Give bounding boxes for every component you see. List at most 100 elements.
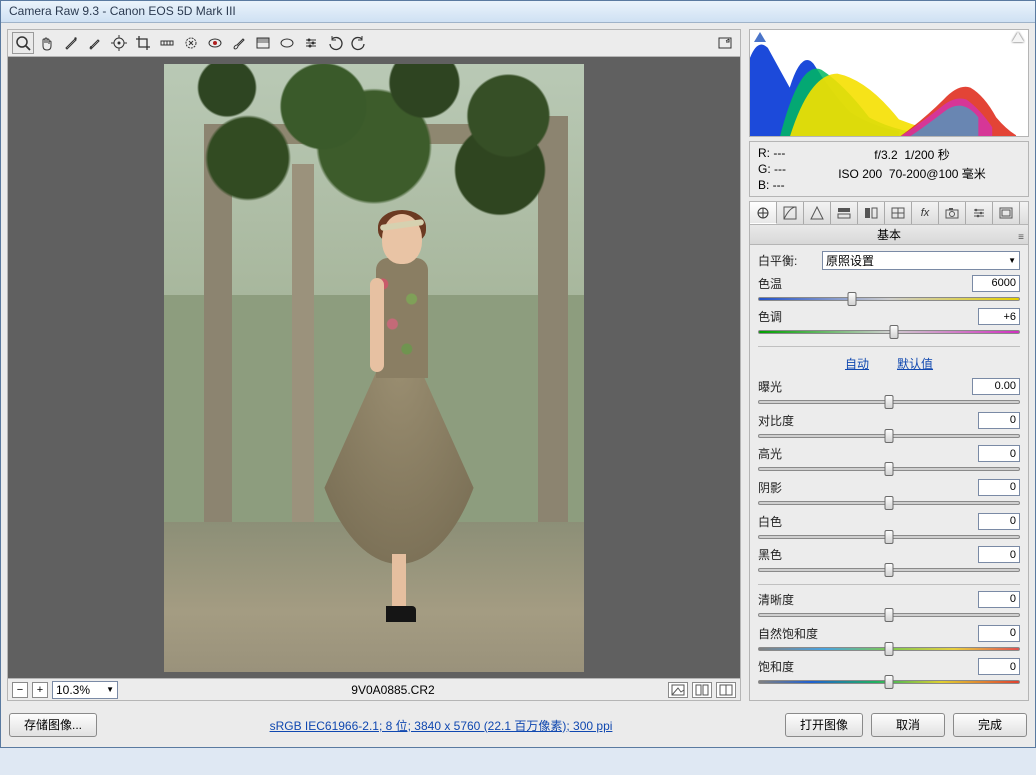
tint-label: 色调 <box>758 308 816 325</box>
saturation-slider[interactable] <box>758 675 1020 686</box>
readout-b: B: --- <box>758 178 786 192</box>
zoom-level-select[interactable]: 10.3%▼ <box>52 681 118 699</box>
shadows-input[interactable] <box>978 479 1020 496</box>
tab-basic-icon[interactable] <box>750 202 777 224</box>
highlights-label: 高光 <box>758 445 816 462</box>
panel-menu-icon[interactable]: ≡ <box>1018 228 1024 248</box>
panel-tabs: fx <box>749 201 1029 225</box>
blacks-input[interactable] <box>978 546 1020 563</box>
wb-dropdown[interactable]: 原照设置▼ <box>822 251 1020 270</box>
workflow-link[interactable]: sRGB IEC61966-2.1; 8 位; 3840 x 5760 (22.… <box>270 719 613 733</box>
saturation-label: 饱和度 <box>758 658 816 675</box>
exposure-input[interactable] <box>972 378 1020 395</box>
readout-iso: ISO 200 <box>838 167 882 181</box>
preview-mode-3-icon[interactable] <box>716 682 736 698</box>
default-link[interactable]: 默认值 <box>897 355 933 372</box>
info-readout: R: --- G: --- B: --- f/3.2 1/200 秒 ISO 2… <box>749 141 1029 197</box>
contrast-slider[interactable] <box>758 429 1020 440</box>
exposure-label: 曝光 <box>758 378 816 395</box>
preview-mode-2-icon[interactable] <box>692 682 712 698</box>
open-image-button[interactable]: 打开图像 <box>785 713 863 737</box>
app-window: Camera Raw 9.3 - Canon EOS 5D Mark III <box>0 0 1036 748</box>
clarity-label: 清晰度 <box>758 591 816 608</box>
adjustment-panel: fx 基本 ≡ 白平衡: 原照设置▼ 色温 <box>749 201 1029 701</box>
auto-link[interactable]: 自动 <box>845 355 869 372</box>
zoom-tool-icon[interactable] <box>12 32 34 54</box>
temp-input[interactable] <box>972 275 1020 292</box>
whites-input[interactable] <box>978 513 1020 530</box>
temp-label: 色温 <box>758 275 816 292</box>
readout-aperture: f/3.2 <box>874 148 897 162</box>
preferences-tool-icon[interactable] <box>300 32 322 54</box>
tab-snapshots-icon[interactable] <box>993 202 1020 224</box>
panel-body: 白平衡: 原照设置▼ 色温 色调 自动 默认值 曝光 对比度 <box>749 245 1029 701</box>
contrast-input[interactable] <box>978 412 1020 429</box>
blacks-label: 黑色 <box>758 546 816 563</box>
toggle-fullscreen-icon[interactable] <box>714 32 736 54</box>
zoom-in-button[interactable]: + <box>32 682 48 698</box>
tint-input[interactable] <box>978 308 1020 325</box>
preview-mode-1-icon[interactable] <box>668 682 688 698</box>
preview-footer: − + 10.3%▼ 9V0A0885.CR2 <box>7 679 741 701</box>
contrast-label: 对比度 <box>758 412 816 429</box>
vibrance-slider[interactable] <box>758 642 1020 653</box>
temp-slider[interactable] <box>758 292 1020 303</box>
exposure-slider[interactable] <box>758 395 1020 406</box>
adjustment-brush-tool-icon[interactable] <box>228 32 250 54</box>
cancel-button[interactable]: 取消 <box>871 713 945 737</box>
bottom-bar: 存储图像... sRGB IEC61966-2.1; 8 位; 3840 x 5… <box>1 707 1035 747</box>
radial-filter-tool-icon[interactable] <box>276 32 298 54</box>
tab-detail-icon[interactable] <box>804 202 831 224</box>
window-title: Camera Raw 9.3 - Canon EOS 5D Mark III <box>9 4 236 18</box>
tab-camera-icon[interactable] <box>939 202 966 224</box>
zoom-out-button[interactable]: − <box>12 682 28 698</box>
toolbar <box>7 29 741 57</box>
tab-hsl-icon[interactable] <box>831 202 858 224</box>
wb-value: 原照设置 <box>826 252 874 269</box>
clarity-slider[interactable] <box>758 608 1020 619</box>
histogram[interactable] <box>749 29 1029 137</box>
red-eye-tool-icon[interactable] <box>204 32 226 54</box>
saturation-input[interactable] <box>978 658 1020 675</box>
shadows-label: 阴影 <box>758 479 816 496</box>
clarity-input[interactable] <box>978 591 1020 608</box>
blacks-slider[interactable] <box>758 563 1020 574</box>
rotate-ccw-icon[interactable] <box>324 32 346 54</box>
tab-presets-icon[interactable] <box>966 202 993 224</box>
wb-label: 白平衡: <box>758 252 816 269</box>
color-sampler-tool-icon[interactable] <box>84 32 106 54</box>
readout-shutter: 1/200 秒 <box>904 148 949 162</box>
workflow-options: sRGB IEC61966-2.1; 8 位; 3840 x 5760 (22.… <box>105 717 777 734</box>
shadows-slider[interactable] <box>758 496 1020 507</box>
crop-tool-icon[interactable] <box>132 32 154 54</box>
vibrance-input[interactable] <box>978 625 1020 642</box>
tab-split-icon[interactable] <box>858 202 885 224</box>
highlights-slider[interactable] <box>758 462 1020 473</box>
tint-slider[interactable] <box>758 325 1020 336</box>
highlights-input[interactable] <box>978 445 1020 462</box>
title-bar: Camera Raw 9.3 - Canon EOS 5D Mark III <box>1 1 1035 23</box>
spot-removal-tool-icon[interactable] <box>180 32 202 54</box>
readout-g: G: --- <box>758 162 786 176</box>
readout-r: R: --- <box>758 146 786 160</box>
tab-lens-icon[interactable] <box>885 202 912 224</box>
panel-title-bar: 基本 ≡ <box>749 225 1029 245</box>
hand-tool-icon[interactable] <box>36 32 58 54</box>
whites-label: 白色 <box>758 513 816 530</box>
zoom-level-value: 10.3% <box>56 683 90 697</box>
targeted-adjustment-tool-icon[interactable] <box>108 32 130 54</box>
save-image-button[interactable]: 存储图像... <box>9 713 97 737</box>
tab-curve-icon[interactable] <box>777 202 804 224</box>
graduated-filter-tool-icon[interactable] <box>252 32 274 54</box>
left-pane: − + 10.3%▼ 9V0A0885.CR2 <box>7 29 741 701</box>
done-button[interactable]: 完成 <box>953 713 1027 737</box>
white-balance-tool-icon[interactable] <box>60 32 82 54</box>
filename-label: 9V0A0885.CR2 <box>122 683 664 697</box>
rotate-cw-icon[interactable] <box>348 32 370 54</box>
whites-slider[interactable] <box>758 530 1020 541</box>
image-preview[interactable] <box>7 57 741 679</box>
readout-lens: 70-200@100 毫米 <box>889 167 986 181</box>
right-pane: R: --- G: --- B: --- f/3.2 1/200 秒 ISO 2… <box>749 29 1029 701</box>
straighten-tool-icon[interactable] <box>156 32 178 54</box>
tab-fx-icon[interactable]: fx <box>912 202 939 224</box>
